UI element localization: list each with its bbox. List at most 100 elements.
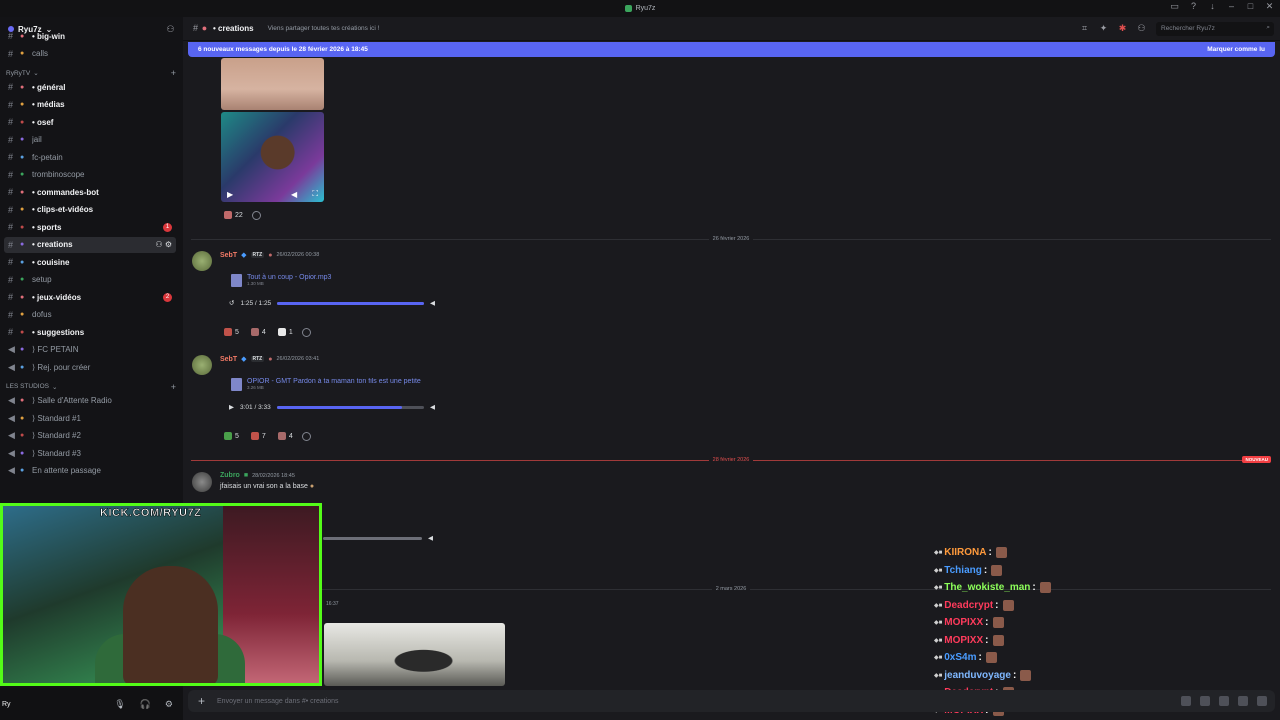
play-icon[interactable]: ▶ <box>229 403 234 411</box>
sidebar-channel-item[interactable]: # ● • osef <box>4 114 176 130</box>
image-attachment[interactable] <box>221 58 324 110</box>
username[interactable]: SebT <box>220 252 237 259</box>
add-reaction-icon[interactable] <box>301 431 311 441</box>
sticker-icon[interactable] <box>1219 696 1229 706</box>
microphone-icon[interactable]: 🎙 <box>114 699 125 710</box>
speaker-icon: ◀ <box>8 465 15 475</box>
channel-topic[interactable]: Viens partager toutes tes créations ici … <box>268 25 380 32</box>
sidebar-channel-item[interactable]: # ● • médias <box>4 97 176 113</box>
reaction[interactable]: 22 <box>221 208 246 222</box>
file-link[interactable]: OPIOR - GMT Pardon à ta maman ton fils e… <box>247 378 442 385</box>
maximize-button[interactable]: □ <box>1246 2 1255 11</box>
help-icon[interactable]: ? <box>1189 2 1198 11</box>
file-link[interactable]: Tout à un coup - Opior.mp3 <box>247 274 331 281</box>
reaction[interactable]: 4 <box>275 429 296 443</box>
sidebar-channel-item[interactable]: ◀ ● ⟩ FC PETAIN <box>4 342 176 358</box>
audio-progress-bar[interactable] <box>323 536 422 540</box>
category-header[interactable]: LES STUDIOS ⌄ + <box>6 382 176 392</box>
search-input[interactable]: Rechercher Ryu7z ⌕ <box>1156 21 1274 36</box>
fullscreen-icon[interactable]: ⛶ <box>312 189 318 199</box>
channel-emoji-icon: ● <box>20 467 25 474</box>
threads-icon[interactable]: ⌗ <box>1080 24 1089 33</box>
speaker-icon: ◀ <box>8 430 15 440</box>
channel-emoji-icon: ● <box>20 293 25 301</box>
add-reaction-icon[interactable] <box>251 210 261 220</box>
volume-icon[interactable]: ◀ <box>428 534 433 542</box>
reaction-emoji-icon <box>277 432 286 440</box>
apps-icon[interactable] <box>1257 696 1267 706</box>
sidebar-channel-item[interactable]: # ● setup <box>4 272 176 288</box>
gif-icon[interactable] <box>1200 696 1210 706</box>
video-attachment[interactable]: ▶ ◀ ⛶ <box>221 112 324 202</box>
reaction[interactable]: 7 <box>248 429 269 443</box>
play-icon[interactable]: ▶ <box>227 190 233 199</box>
notifications-icon[interactable]: ✦ <box>1099 24 1108 33</box>
settings-icon[interactable]: ⚙ <box>165 699 173 710</box>
sidebar-channel-item[interactable]: ◀ ● ⟩ Salle d'Attente Radio <box>4 393 176 409</box>
sidebar-channel-item[interactable]: # ● • général <box>4 79 176 95</box>
sidebar-channel-item[interactable]: ◀ ● ⟩ Standard #1 <box>4 410 176 426</box>
add-reaction-icon[interactable] <box>301 327 311 337</box>
username[interactable]: Zubro <box>220 472 240 479</box>
pin-icon[interactable]: ✱ <box>1118 24 1127 33</box>
avatar[interactable] <box>192 355 212 375</box>
sidebar-channel-item[interactable]: # ● • commandes-bot <box>4 184 176 200</box>
message-input[interactable]: + Envoyer un message dans #• creations <box>188 690 1275 712</box>
volume-icon[interactable]: ◀ <box>430 299 435 307</box>
replay-icon[interactable]: ↺ <box>229 299 234 307</box>
close-button[interactable]: ✕ <box>1265 2 1274 11</box>
new-messages-bar[interactable]: 6 nouveaux messages depuis le 28 février… <box>188 42 1275 57</box>
sidebar-channel-item[interactable]: ◀ ● ⟩ Rej. pour créer <box>4 359 176 375</box>
sidebar-channel-item[interactable]: ◀ ● ⟩ Standard #2 <box>4 428 176 444</box>
sidebar-channel-label: • commandes-bot <box>32 187 99 197</box>
audio-progress-bar[interactable] <box>276 405 424 409</box>
hash-icon: # <box>8 239 14 250</box>
sidebar-channel-item[interactable]: # ● dofus <box>4 307 176 323</box>
reaction[interactable]: 4 <box>248 325 269 339</box>
video-attachment[interactable] <box>324 623 505 686</box>
volume-icon[interactable]: ◀ <box>291 190 297 199</box>
sidebar-channel-item[interactable]: # ● • sports 1 <box>4 219 176 235</box>
sidebar-channel-item[interactable]: # ● fc-petain <box>4 149 176 165</box>
channel-emoji-icon: ● <box>20 241 25 248</box>
verified-icon: ◆ <box>241 252 247 259</box>
volume-icon[interactable]: ◀ <box>430 403 435 411</box>
avatar[interactable] <box>192 251 212 271</box>
headphones-icon[interactable]: 🎧 <box>140 699 151 710</box>
sidebar-channel-item[interactable]: # ● • suggestions <box>4 324 176 340</box>
audio-progress-bar[interactable] <box>277 301 424 305</box>
sidebar-channel-item[interactable]: # ● trombinoscope <box>4 167 176 183</box>
sidebar-channel-item[interactable]: # ● • couisine <box>4 254 176 270</box>
reaction[interactable]: 5 <box>221 325 242 339</box>
add-channel-icon[interactable]: + <box>171 382 176 392</box>
sidebar-channel-item[interactable]: # ● • creations ⚇ ⚙ <box>4 236 176 253</box>
channel-settings-icon[interactable]: ⚇ ⚙ <box>155 240 172 249</box>
message-header: SebT ◆ RTZ ● 26/02/2026 00:38 <box>220 251 319 260</box>
download-icon[interactable]: ↓ <box>1208 2 1217 11</box>
minimize-button[interactable]: – <box>1227 2 1236 11</box>
sidebar-channel-item[interactable]: # ● • jeux-vidéos 2 <box>4 289 176 305</box>
members-icon[interactable]: ⚇ <box>1137 24 1146 33</box>
add-attachment-icon[interactable]: + <box>198 694 205 708</box>
sidebar-channel-item[interactable]: # ● jail <box>4 132 176 148</box>
sidebar-channel-item[interactable]: ◀ ● En attente passage <box>4 463 176 479</box>
gift-icon[interactable] <box>1181 696 1191 706</box>
screen-share-icon[interactable]: ▭ <box>1170 2 1179 11</box>
reaction[interactable]: 5 <box>221 429 242 443</box>
channel-emoji-icon: ● <box>20 397 25 404</box>
sidebar-channel-item[interactable]: # ● • clips-et-vidéos <box>4 202 176 218</box>
category-header[interactable]: RyRyTV ⌄ + <box>6 68 176 78</box>
reaction[interactable]: 1 <box>275 325 296 339</box>
date-divider-text: 2 mars 2026 <box>711 586 751 592</box>
emoji-picker-icon[interactable] <box>1238 696 1248 706</box>
sidebar-channel-item[interactable]: ◀ ● ⟩ Standard #3 <box>4 445 176 461</box>
sidebar-channel-item[interactable]: # ● • big-win <box>4 28 176 44</box>
username[interactable]: SebT <box>220 356 237 363</box>
chat-separator: : <box>1012 669 1017 681</box>
channel-title: • creations <box>213 24 254 33</box>
sidebar-channel-item[interactable]: # ● calls <box>4 46 176 62</box>
avatar[interactable] <box>192 472 212 492</box>
add-channel-icon[interactable]: + <box>171 68 176 78</box>
user-name[interactable]: Ry <box>2 701 11 708</box>
mark-read-button[interactable]: Marquer comme lu <box>1207 46 1265 53</box>
